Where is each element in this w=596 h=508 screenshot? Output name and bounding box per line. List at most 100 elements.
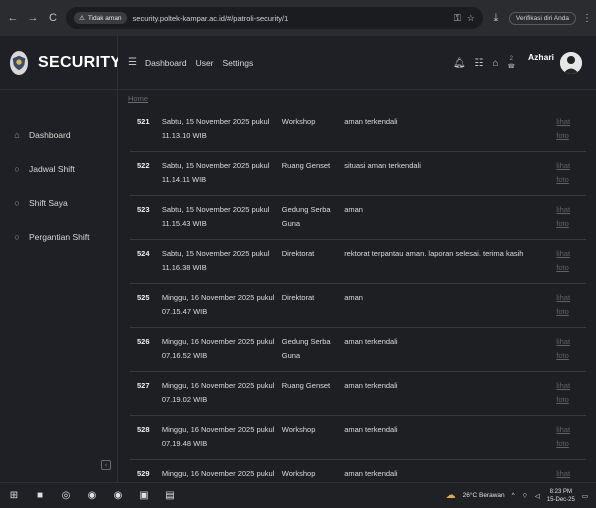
sidebar-item-shift-saya[interactable]: ○ Shift Saya (0, 186, 117, 220)
nav-link-dashboard[interactable]: Dashboard (145, 58, 187, 68)
row-time-line2: 07.16.52 WIB (161, 351, 208, 360)
row-location: Direktorat (282, 247, 344, 283)
app-icon[interactable]: ▣ (138, 490, 150, 502)
warning-icon: ⚠ (79, 15, 85, 22)
clock[interactable]: 8:23 PM 15-Dec-25 (547, 488, 575, 504)
address-bar[interactable]: ⚠ Tidak aman security.poltek-kampar.ac.i… (66, 7, 483, 29)
view-photo-link[interactable]: lihat foto (556, 291, 586, 327)
view-photo-link[interactable]: lihatfoto (556, 467, 586, 482)
nav-link-user[interactable]: User (196, 58, 214, 68)
view-photo-line2: foto (556, 131, 569, 140)
logo-icon (10, 50, 28, 75)
row-time-line1: Minggu, 16 November 2025 pukul (161, 469, 275, 478)
nav-link-settings[interactable]: Settings (223, 58, 254, 68)
row-description: aman terkendali (344, 381, 398, 390)
view-photo-link[interactable]: lihatfoto (556, 203, 586, 239)
clock-date: 15-Dec-25 (546, 496, 575, 503)
reload-icon[interactable]: C (46, 11, 60, 25)
view-photo-line1: lihat (556, 425, 571, 434)
chrome-profile-icon[interactable]: ◉ (112, 490, 124, 502)
view-photo-link[interactable]: lihatfoto (556, 335, 586, 371)
inbox-icon[interactable]: ⌂ (492, 58, 498, 69)
app-icon-2[interactable]: ▤ (164, 490, 176, 502)
row-time-line1: Sabtu, 15 November 2025 pukul (161, 161, 270, 170)
row-time-line2: 07.19.48 WIB (161, 439, 208, 448)
key-icon[interactable]: ⚿ (454, 13, 461, 24)
row-number: 526 (137, 337, 150, 346)
table-row: 522 Sabtu, 15 November 2025 pukul 11.14.11… (130, 152, 586, 196)
view-photo-line1: lihat (556, 161, 571, 170)
view-photo-link[interactable]: lihatfoto (556, 159, 586, 195)
weather-text[interactable]: 26°C Berawan (463, 492, 505, 499)
row-location: Direktorat (282, 291, 344, 327)
sidebar: SECURITY ⌂ Dashboard ○ Jadwal Shift ○ Sh… (0, 36, 121, 482)
row-time: Sabtu, 15 November 2025 pukul 11.13.10 WI… (157, 115, 282, 151)
file-explorer-icon[interactable]: ■ (34, 490, 46, 502)
bell-icon[interactable]: 🔔︎ (453, 58, 466, 69)
sidebar-item-pergantian-shift[interactable]: ○ Pergantian Shift (0, 220, 117, 254)
row-location-line1: Workshop (281, 425, 316, 434)
windows-start-icon[interactable]: ⊞ (8, 490, 20, 502)
row-location: Gedung Serba Guna (282, 335, 344, 371)
row-description: aman terkendali (344, 425, 398, 434)
notification-icon[interactable]: ▭ (582, 492, 588, 500)
view-photo-line2: foto (556, 307, 569, 316)
row-time: Minggu, 16 November 2025 pukul 07.16.52 W… (157, 335, 282, 371)
forward-icon[interactable]: → (26, 11, 40, 25)
phone-icon: ☎ (507, 64, 516, 70)
row-number: 527 (137, 381, 150, 390)
view-photo-line2: foto (556, 219, 569, 228)
hamburger-icon[interactable]: ☰ (128, 57, 137, 68)
browser-toolbar: ← → C ⚠ Tidak aman security.poltek-kampa… (0, 0, 596, 36)
avatar[interactable] (560, 52, 582, 74)
volume-icon[interactable]: ◁ (535, 492, 540, 500)
sidebar-item-dashboard[interactable]: ⌂ Dashboard (0, 118, 117, 152)
row-time-line1: Sabtu, 15 November 2025 pukul (161, 117, 270, 126)
verify-button[interactable]: Verifikasi diri Anda (508, 11, 576, 25)
whatsapp-icon[interactable]: ◎ (60, 490, 72, 502)
breadcrumb[interactable]: Home (128, 94, 148, 103)
notification-badge[interactable]: 2 ☎ (508, 55, 515, 71)
clock-time: 8:23 PM (549, 488, 573, 495)
view-photo-link[interactable]: lihat foto (556, 115, 586, 151)
row-description: situasi aman terkendali (344, 161, 421, 170)
tray-chevron-icon[interactable]: ^ (512, 492, 515, 499)
sidebar-item-label: Jadwal Shift (29, 164, 75, 174)
row-time-line1: Minggu, 16 November 2025 pukul (161, 425, 275, 434)
list-icon[interactable]: ☷ (475, 58, 484, 69)
table-row: 529 Minggu, 16 November 2025 pukul Worksho… (130, 460, 586, 482)
view-photo-link[interactable]: lihatfoto (556, 247, 586, 283)
download-icon[interactable]: ⤓ (489, 11, 503, 25)
view-photo-line1: lihat (556, 117, 571, 126)
view-photo-line1: lihat (556, 293, 571, 302)
chrome-icon[interactable]: ◉ (86, 490, 98, 502)
user-menu[interactable]: Azhari (528, 52, 582, 74)
circle-icon: ○ (14, 232, 20, 242)
row-location-line1: Direktorat (281, 293, 315, 302)
browser-menu-icon[interactable]: ⋮ (582, 13, 592, 24)
row-time: Sabtu, 15 November 2025 pukul 11.14.11 WI… (157, 159, 282, 195)
row-location-line1: Gedung Serba (281, 205, 331, 214)
url-text[interactable]: security.poltek-kampar.ac.id/#/patroli-s… (133, 14, 289, 23)
table-row: 524 Sabtu, 15 November 2025 pukul 11.16.38… (130, 240, 586, 284)
sidebar-collapse-icon[interactable]: ‹ (101, 460, 111, 470)
row-location: Workshop (282, 115, 344, 151)
row-location: Gedung Serba Guna (282, 203, 344, 239)
row-time-line1: Minggu, 16 November 2025 pukul (161, 337, 275, 346)
sidebar-item-jadwal-shift[interactable]: ○ Jadwal Shift (0, 152, 117, 186)
view-photo-link[interactable]: lihatfoto (556, 423, 586, 459)
row-location-line2: Guna (281, 351, 301, 360)
table-row: 525 Minggu, 16 November 2025 pukul 07.15.4… (130, 284, 586, 328)
view-photo-link[interactable]: lihatfoto (556, 379, 586, 415)
star-icon[interactable]: ☆ (467, 13, 475, 24)
row-location-line1: Workshop (281, 469, 316, 478)
row-description: aman (344, 293, 363, 302)
back-icon[interactable]: ← (6, 11, 20, 25)
patrol-table: 521 Sabtu, 15 November 2025 pukul 11.13.10… (130, 108, 586, 482)
security-warning-chip[interactable]: ⚠ Tidak aman (74, 12, 127, 24)
main-content: 521 Sabtu, 15 November 2025 pukul 11.13.10… (118, 108, 596, 482)
row-time-line2: 07.15.47 WIB (161, 307, 208, 316)
table-row: 523 Sabtu, 15 November 2025 pukul 11.15.43… (130, 196, 586, 240)
row-time-line1: Minggu, 16 November 2025 pukul (161, 293, 275, 302)
network-icon[interactable]: ⌔ (522, 491, 528, 500)
